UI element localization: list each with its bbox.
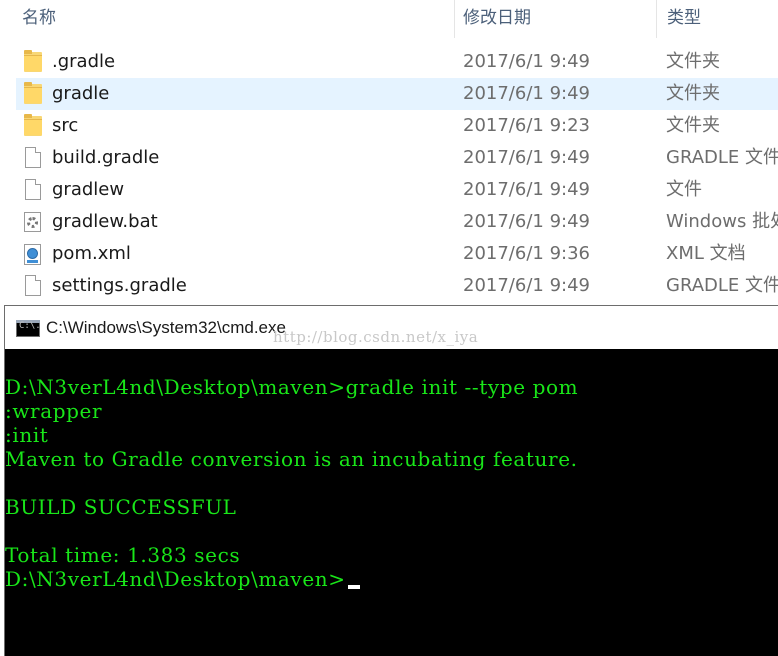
console-output[interactable]: D:\N3verL4nd\Desktop\maven>gradle init -… — [5, 349, 778, 656]
file-date: 2017/6/1 9:23 — [463, 115, 590, 136]
file-icon — [25, 147, 41, 168]
console-line: Maven to Gradle conversion is an incubat… — [5, 447, 578, 471]
column-header-name[interactable]: 名称 — [22, 0, 56, 38]
column-header-type[interactable]: 类型 — [667, 0, 701, 38]
file-list: .gradle 2017/6/1 9:49 文件夹 gradle 2017/6/… — [16, 46, 778, 302]
console-line: :init — [5, 423, 49, 447]
folder-icon — [24, 82, 42, 104]
file-type: XML 文档 — [666, 243, 746, 264]
file-row-gradle[interactable]: gradle 2017/6/1 9:49 文件夹 — [16, 78, 778, 110]
folder-icon — [24, 50, 42, 72]
file-type: 文件夹 — [666, 83, 720, 104]
file-name: src — [52, 115, 79, 136]
text-cursor — [347, 585, 360, 589]
sort-caret-icon: ^ — [226, 0, 236, 6]
cmd-window[interactable]: C:\. C:\Windows\System32\cmd.exe http://… — [4, 305, 778, 656]
file-type: GRADLE 文件 — [666, 275, 778, 296]
cmd-title-bar[interactable]: C:\. C:\Windows\System32\cmd.exe http://… — [5, 306, 778, 349]
console-line: Total time: 1.383 secs — [5, 543, 241, 567]
file-name: gradle — [52, 83, 110, 104]
file-explorer: ^ 名称 修改日期 类型 .gradle 2017/6/1 9:49 文件夹 g… — [0, 0, 778, 305]
file-type: Windows 批处 — [666, 211, 778, 232]
file-type: GRADLE 文件 — [666, 147, 778, 168]
file-name: build.gradle — [52, 147, 160, 168]
file-row-dot-gradle[interactable]: .gradle 2017/6/1 9:49 文件夹 — [16, 46, 778, 78]
file-name: pom.xml — [52, 243, 131, 264]
file-date: 2017/6/1 9:49 — [463, 275, 590, 296]
column-header-date[interactable]: 修改日期 — [463, 0, 531, 38]
folder-icon — [24, 114, 42, 136]
file-date: 2017/6/1 9:49 — [463, 179, 590, 200]
file-row-gradlew-bat[interactable]: gradlew.bat 2017/6/1 9:49 Windows 批处 — [16, 206, 778, 238]
file-name: gradlew.bat — [52, 211, 158, 232]
cmd-app-icon[interactable]: C:\. — [16, 320, 41, 337]
console-line: BUILD SUCCESSFUL — [5, 495, 237, 519]
console-line: D:\N3verL4nd\Desktop\maven>gradle init -… — [5, 375, 579, 399]
column-separator[interactable] — [656, 0, 657, 38]
console-prompt: D:\N3verL4nd\Desktop\maven> — [5, 567, 346, 591]
console-line: :wrapper — [5, 399, 103, 423]
file-name: settings.gradle — [52, 275, 187, 296]
xml-file-icon — [24, 244, 41, 265]
file-type: 文件夹 — [666, 51, 720, 72]
gear-icon — [27, 217, 38, 228]
file-row-gradlew[interactable]: gradlew 2017/6/1 9:49 文件 — [16, 174, 778, 206]
file-date: 2017/6/1 9:49 — [463, 211, 590, 232]
file-row-settings-gradle[interactable]: settings.gradle 2017/6/1 9:49 GRADLE 文件 — [16, 270, 778, 302]
console-prompt-line[interactable]: D:\N3verL4nd\Desktop\maven> — [5, 567, 778, 591]
file-type: 文件夹 — [666, 115, 720, 136]
file-name: .gradle — [52, 51, 116, 72]
cmd-icon-glyph: C:\. — [19, 321, 41, 331]
file-row-build-gradle[interactable]: build.gradle 2017/6/1 9:49 GRADLE 文件 — [16, 142, 778, 174]
file-row-src[interactable]: src 2017/6/1 9:23 文件夹 — [16, 110, 778, 142]
file-row-pom-xml[interactable]: pom.xml 2017/6/1 9:36 XML 文档 — [16, 238, 778, 270]
file-icon — [25, 179, 41, 200]
watermark: http://blog.csdn.net/x_iya — [273, 328, 479, 346]
file-icon — [25, 275, 41, 296]
column-separator[interactable] — [454, 0, 455, 38]
cmd-window-title: C:\Windows\System32\cmd.exe — [46, 318, 286, 337]
globe-icon — [27, 248, 38, 259]
file-date: 2017/6/1 9:49 — [463, 83, 590, 104]
bat-file-icon — [24, 212, 41, 232]
file-date: 2017/6/1 9:49 — [463, 147, 590, 168]
file-date: 2017/6/1 9:49 — [463, 51, 590, 72]
file-name: gradlew — [52, 179, 125, 200]
file-type: 文件 — [666, 179, 702, 200]
file-date: 2017/6/1 9:36 — [463, 243, 590, 264]
